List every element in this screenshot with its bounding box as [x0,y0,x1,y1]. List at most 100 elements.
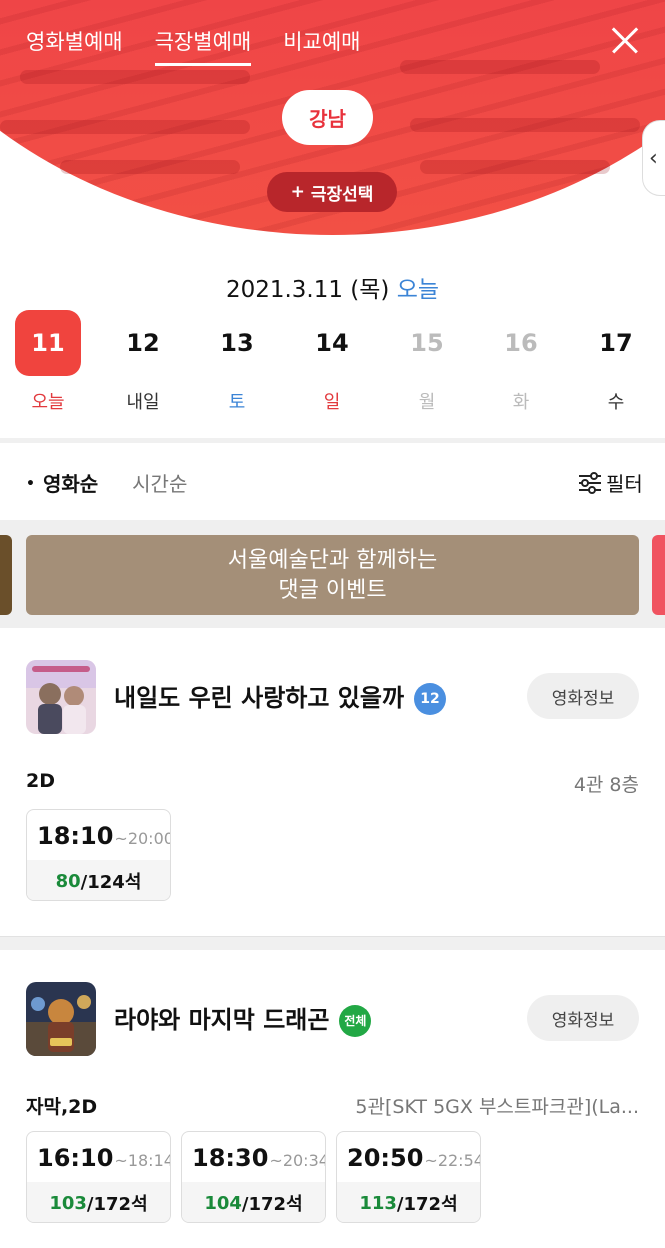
divider [0,438,665,443]
showtime-button[interactable]: 20:50 ~22:54 113/172석 [336,1131,481,1223]
seats-total: /172석 [396,1194,458,1215]
date-number: 13 [220,329,254,357]
movie-poster[interactable] [26,660,96,734]
side-drawer-handle[interactable]: ‹ [642,120,665,196]
selected-theater-label: 강남 [309,107,346,131]
movie-info-label: 영화정보 [551,1010,615,1031]
poster-image [26,982,96,1056]
filter-icon [579,471,601,494]
sort-by-movie[interactable]: 영화순 [26,468,98,497]
movie-info-label: 영화정보 [551,688,615,709]
date-item[interactable]: 15 월 [394,310,460,414]
date-number: 17 [599,329,633,357]
seat-decoration [0,120,250,134]
date-item[interactable]: 14 일 [299,310,365,414]
movie-title[interactable]: 라야와 마지막 드래곤 전체 [114,1000,372,1037]
plus-icon: + [290,182,305,202]
tab-movie-booking[interactable]: 영화별예매 [26,26,123,62]
screening-format: 자막,2D [26,1096,98,1118]
seats-available: 80 [55,870,81,892]
seats-total: /172석 [241,1194,303,1215]
showtime-seats: 103/172석 [27,1182,170,1222]
movie-title-text: 내일도 우린 사랑하고 있을까 [114,684,405,712]
seats-total: /172석 [86,1194,148,1215]
banner-prev-peek[interactable] [0,535,12,615]
showtime-button[interactable]: 18:30 ~20:34 104/172석 [181,1131,326,1223]
date-number: 16 [504,329,538,357]
sort-by-time[interactable]: 시간순 [132,468,187,497]
date-number: 15 [410,329,444,357]
movie-card: 내일도 우린 사랑하고 있을까 12 영화정보 2D 4관 8층 18:10 ~2… [0,628,665,936]
filter-label: 필터 [606,472,643,496]
chevron-left-icon: ‹ [649,145,658,171]
movie-card: 라야와 마지막 드래곤 전체 영화정보 자막,2D 5관[SKT 5GX 부스트파… [0,950,665,1248]
banner-next-peek[interactable] [652,535,665,615]
booking-tabs: 영화별예매 극장별예매 비교예매 [26,26,361,66]
showtime-start: 18:30 [192,1144,269,1172]
date-text: 2021.3.11 (목) [225,277,390,303]
seats-total: /124석 [80,872,142,893]
showtime-time: 16:10 ~18:14 [27,1132,170,1182]
showtime-time: 18:30 ~20:34 [182,1132,325,1182]
date-item[interactable]: 12 내일 [110,310,176,414]
seat-decoration [420,160,610,174]
date-number: 11 [15,310,81,376]
add-theater-label: 극장선택 [310,184,374,205]
selected-theater-button[interactable]: 강남 [282,90,373,145]
banner-line-2: 댓글 이벤트 [278,578,387,603]
age-rating-badge: 12 [414,683,447,715]
showtime-end: ~20:34 [269,1151,326,1170]
sort-options: 영화순 시간순 [26,468,187,497]
filter-button[interactable]: 필터 [578,468,643,497]
date-item[interactable]: 11 오늘 [15,310,81,414]
add-theater-button[interactable]: + 극장선택 [267,172,397,212]
date-weekday: 내일 [126,392,160,413]
showtime-start: 20:50 [347,1144,424,1172]
movie-info-button[interactable]: 영화정보 [527,995,639,1041]
movie-poster[interactable] [26,982,96,1056]
header-hero: 영화별예매 극장별예매 비교예매 강남 + 극장선택 [0,0,665,240]
seat-decoration [400,60,600,74]
movie-title[interactable]: 내일도 우린 사랑하고 있을까 12 [114,678,447,715]
selected-date-title: 2021.3.11 (목) 오늘 [0,270,665,304]
close-icon[interactable] [606,22,644,60]
showtime-seats: 80/124석 [27,860,170,900]
showtime-start: 16:10 [37,1144,114,1172]
showtime-button[interactable]: 16:10 ~18:14 103/172석 [26,1131,171,1223]
seat-decoration [20,70,250,84]
seat-decoration [60,160,240,174]
movie-info-button[interactable]: 영화정보 [527,673,639,719]
showtime-time: 18:10 ~20:00 [27,810,170,860]
date-item[interactable]: 13 토 [204,310,270,414]
showtime-start: 18:10 [37,822,114,850]
showtime-time: 20:50 ~22:54 [337,1132,480,1182]
date-item[interactable]: 16 화 [488,310,554,414]
showtime-seats: 104/172석 [182,1182,325,1222]
seats-available: 113 [359,1192,397,1214]
screening-format: 2D [26,770,55,792]
date-item[interactable]: 17 수 [583,310,649,414]
screening-hall: 5관[SKT 5GX 부스트파크관](La... [355,1096,639,1118]
tab-compare-booking[interactable]: 비교예매 [283,26,360,62]
showtime-end: ~18:14 [114,1151,171,1170]
date-weekday: 수 [607,392,625,413]
seat-decoration [410,118,640,132]
date-weekday: 월 [418,392,436,413]
seats-available: 103 [49,1192,87,1214]
date-selector: 11 오늘 12 내일 13 토 14 일 15 월 16 화 17 수 [0,310,665,420]
today-label: 오늘 [396,277,440,303]
seats-available: 104 [204,1192,242,1214]
showtime-end: ~22:54 [424,1151,481,1170]
date-weekday: 화 [512,392,530,413]
showtime-button[interactable]: 18:10 ~20:00 80/124석 [26,809,171,901]
date-weekday: 오늘 [31,392,65,413]
date-number: 14 [315,329,349,357]
poster-image [26,660,96,734]
tab-theater-booking[interactable]: 극장별예매 [154,26,251,66]
date-number: 12 [126,329,160,357]
showtime-end: ~20:00 [114,829,171,848]
showtime-seats: 113/172석 [337,1182,480,1222]
movie-title-text: 라야와 마지막 드래곤 [114,1006,330,1034]
screening-hall: 4관 8층 [573,774,639,796]
event-banner[interactable]: 서울예술단과 함께하는 댓글 이벤트 [26,535,639,615]
